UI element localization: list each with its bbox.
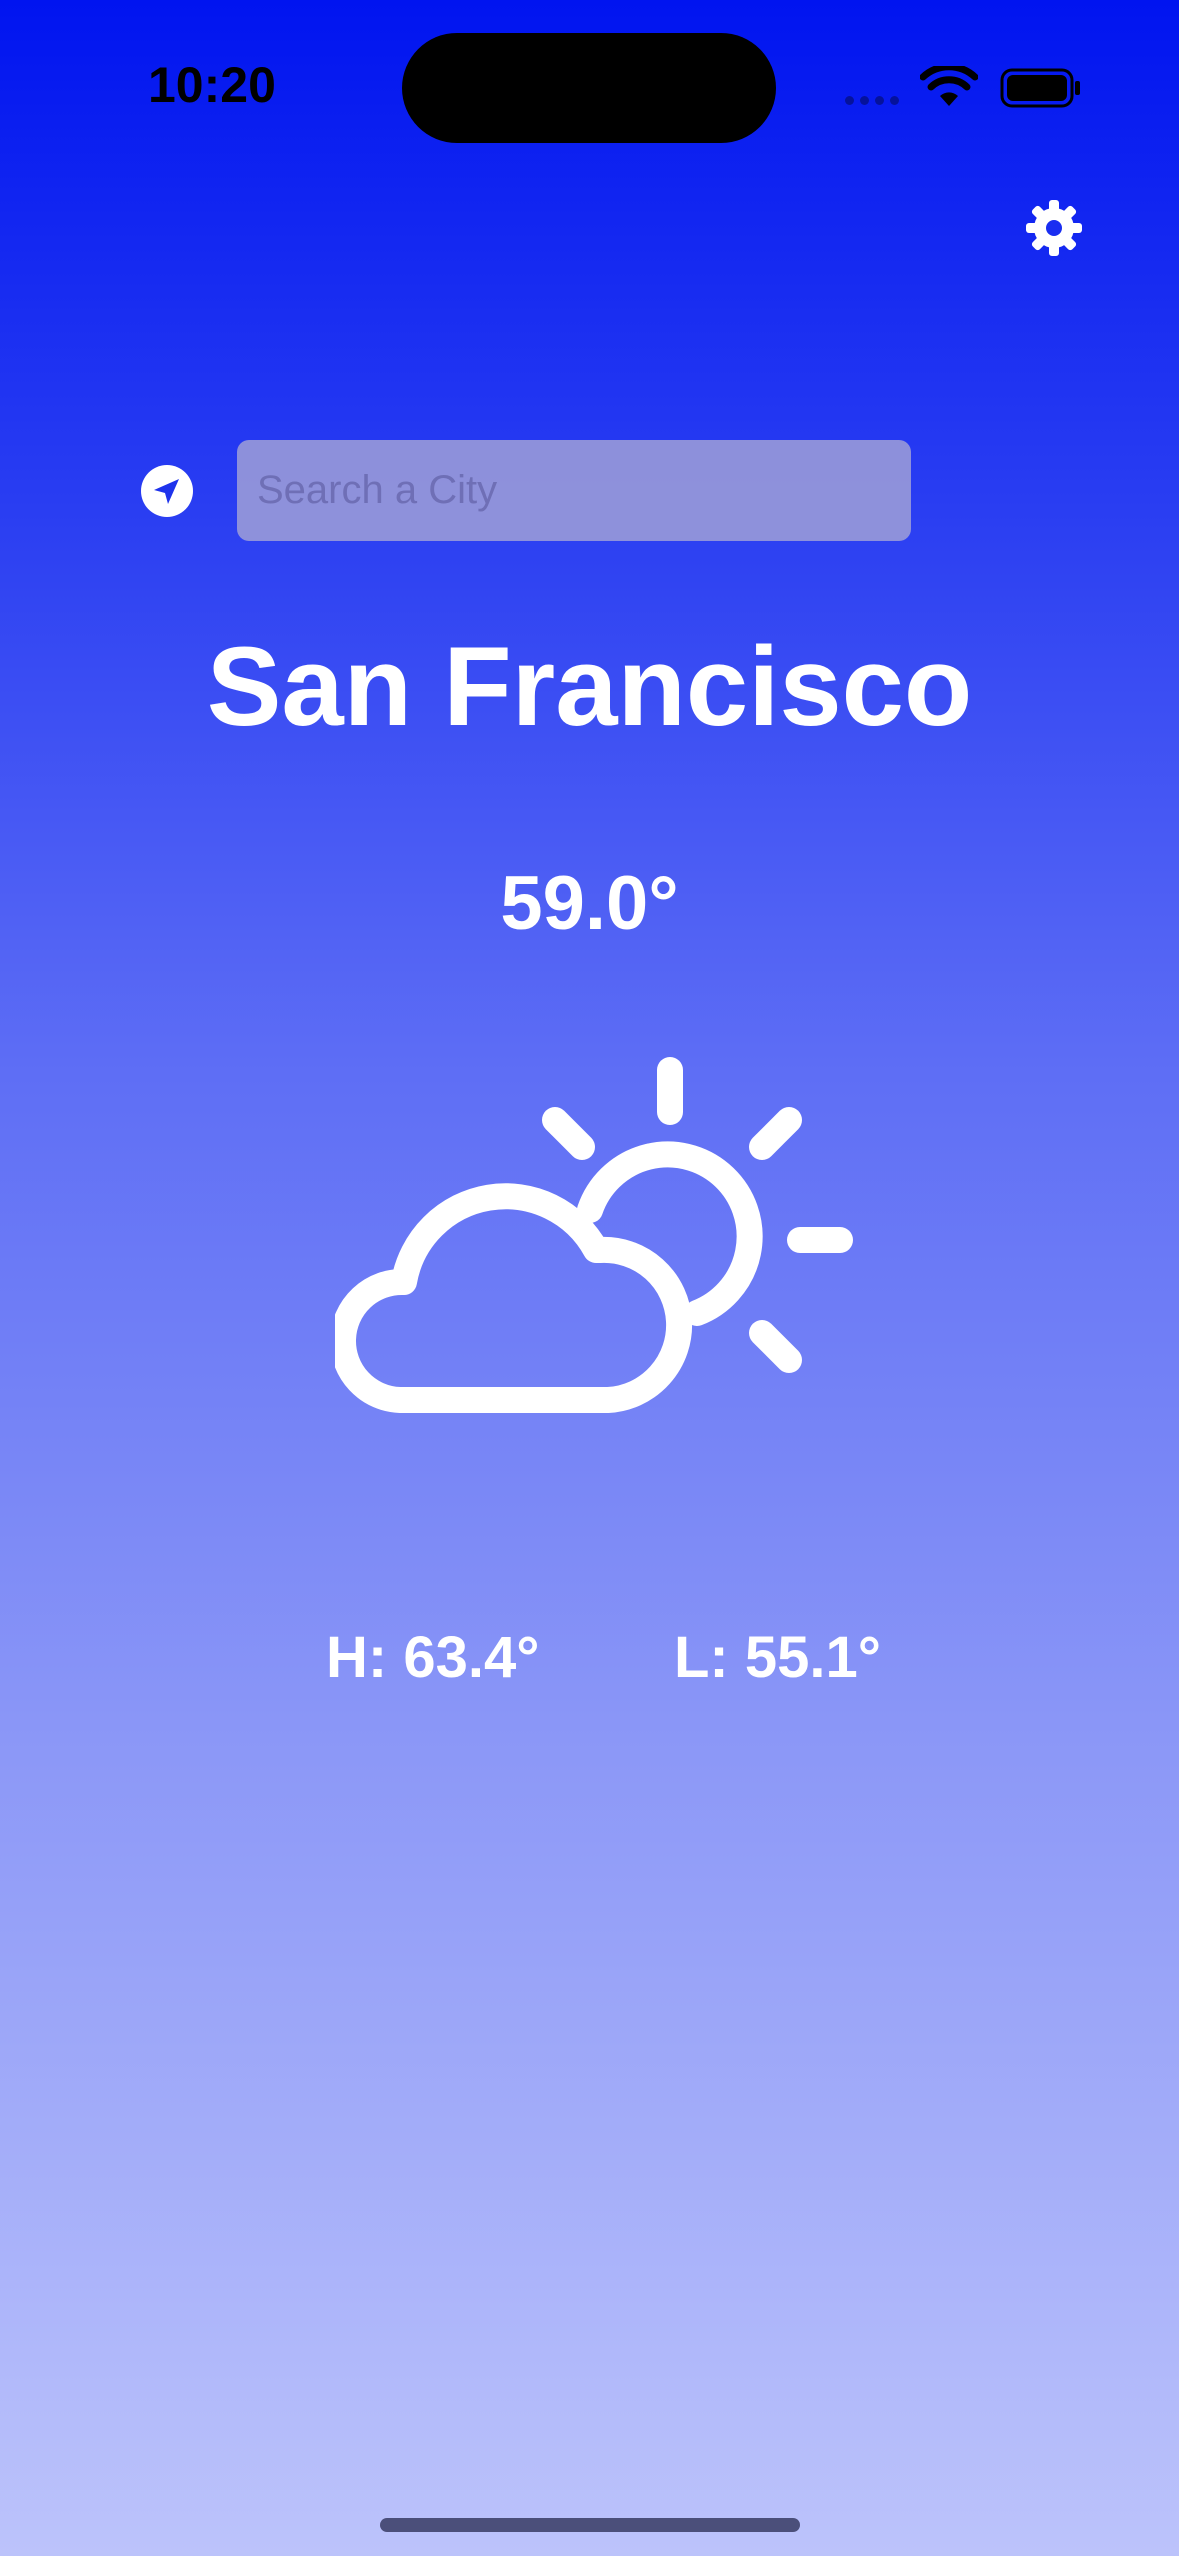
battery-icon <box>1000 68 1080 108</box>
location-arrow-icon[interactable] <box>140 464 194 518</box>
cellular-signal-icon <box>845 96 899 105</box>
settings-gear-icon[interactable] <box>1024 198 1084 258</box>
search-city-input[interactable] <box>237 440 911 541</box>
city-name: San Francisco <box>206 624 973 749</box>
wifi-icon <box>920 66 978 106</box>
low-temperature: L: 55.1° <box>674 1625 881 1690</box>
partly-cloudy-icon <box>335 1057 853 1413</box>
home-indicator[interactable] <box>380 2518 800 2532</box>
status-time: 10:20 <box>148 57 276 113</box>
high-temperature: H: 63.4° <box>326 1625 540 1690</box>
dynamic-island <box>402 33 776 143</box>
current-temperature: 59.0° <box>500 861 679 946</box>
